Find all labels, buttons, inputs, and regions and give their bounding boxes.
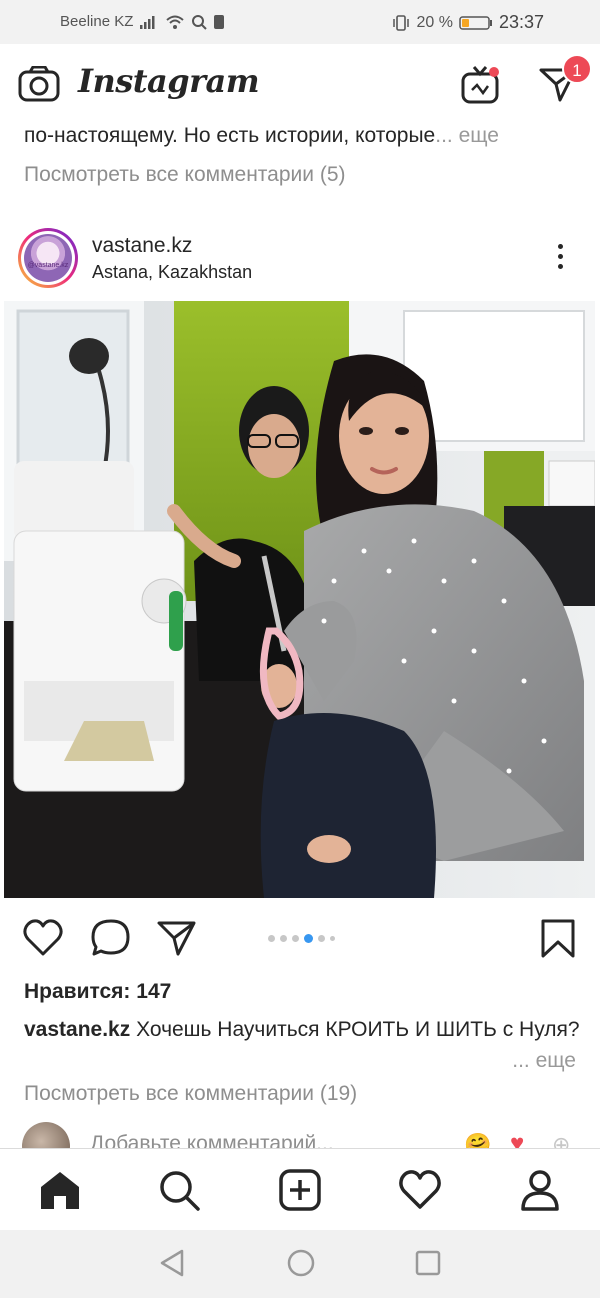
clock: 23:37: [498, 12, 544, 32]
recents-square-icon[interactable]: [414, 1248, 442, 1278]
camera-icon[interactable]: [18, 66, 60, 102]
back-triangle-icon[interactable]: [158, 1248, 186, 1278]
carousel-dot: [268, 935, 275, 942]
emoji-heart-icon[interactable]: ♥: [510, 1130, 524, 1148]
user-avatar: [22, 1122, 70, 1148]
app-header: Instagram 1: [0, 44, 600, 128]
comment-icon[interactable]: [90, 918, 132, 958]
add-comment-row: Добавьте комментарий... 🤗 ♥ ⊕: [0, 1120, 600, 1148]
wifi-icon: [166, 15, 185, 29]
search-status-icon: [192, 14, 208, 30]
carousel-dot: [330, 936, 335, 941]
previous-more-link[interactable]: ... еще: [435, 124, 499, 147]
instagram-logo: Instagram: [78, 62, 260, 100]
add-comment-input[interactable]: Добавьте комментарий...: [90, 1132, 334, 1148]
post-caption: vastane.kz Хочешь Научиться КРОИТЬ И ШИТ…: [24, 1014, 580, 1072]
avatar-text: @vastane.kz: [27, 262, 69, 269]
previous-caption-text: по-настоящему. Но есть истории, которые: [24, 124, 436, 147]
activity-heart-icon[interactable]: [398, 1169, 442, 1211]
notification-badge: 1: [562, 54, 592, 84]
post-actions: [0, 910, 600, 966]
caption-more-link[interactable]: ... еще: [512, 1045, 576, 1076]
igtv-icon[interactable]: [460, 64, 502, 106]
post-location[interactable]: Astana, Kazakhstan: [92, 262, 252, 283]
view-all-comments-link[interactable]: Посмотреть все комментарии (19): [24, 1082, 357, 1106]
sewing-class-photo: [4, 301, 595, 898]
carousel-dot: [292, 935, 299, 942]
battery-icon: [459, 15, 492, 30]
caption-text: Хочешь Научиться КРОИТЬ И ШИТЬ с Нуля?: [136, 1018, 580, 1041]
share-icon[interactable]: [156, 918, 198, 958]
carousel-dot-active: [304, 934, 313, 943]
sim-icon: [214, 14, 225, 29]
avatar[interactable]: @vastane.kz: [18, 228, 78, 288]
carousel-dot: [318, 935, 325, 942]
signal-icon: [140, 15, 155, 29]
post-photo[interactable]: [4, 301, 595, 898]
add-emoji-icon[interactable]: ⊕: [552, 1132, 570, 1148]
profile-icon[interactable]: [518, 1169, 562, 1211]
bottom-tab-bar: [0, 1148, 600, 1230]
more-options-icon[interactable]: [550, 244, 570, 274]
caption-username[interactable]: vastane.kz: [24, 1018, 130, 1041]
home-circle-icon[interactable]: [286, 1248, 316, 1278]
battery-percent: 20 %: [416, 13, 453, 31]
vibrate-icon: [393, 14, 410, 31]
carrier-name: Beeline KZ: [60, 13, 134, 30]
carousel-dot: [280, 935, 287, 942]
previous-post-caption: по-настоящему. Но есть истории, которые.…: [24, 124, 499, 148]
carousel-indicator: [268, 934, 335, 943]
post-header: @vastane.kz vastane.kz Astana, Kazakhsta…: [0, 222, 600, 294]
post-username[interactable]: vastane.kz: [92, 234, 192, 258]
home-icon[interactable]: [38, 1169, 82, 1211]
emoji-hugging-icon[interactable]: 🤗: [464, 1132, 491, 1148]
previous-view-comments-link[interactable]: Посмотреть все комментарии (5): [24, 163, 346, 187]
search-icon[interactable]: [158, 1169, 202, 1211]
bookmark-icon[interactable]: [540, 918, 576, 960]
new-post-icon[interactable]: [278, 1169, 322, 1211]
heart-icon[interactable]: [22, 918, 64, 958]
status-bar: Beeline KZ 20 % 23:37: [0, 0, 600, 44]
system-navigation-bar: [0, 1230, 600, 1298]
likes-count[interactable]: Нравится: 147: [24, 980, 171, 1004]
